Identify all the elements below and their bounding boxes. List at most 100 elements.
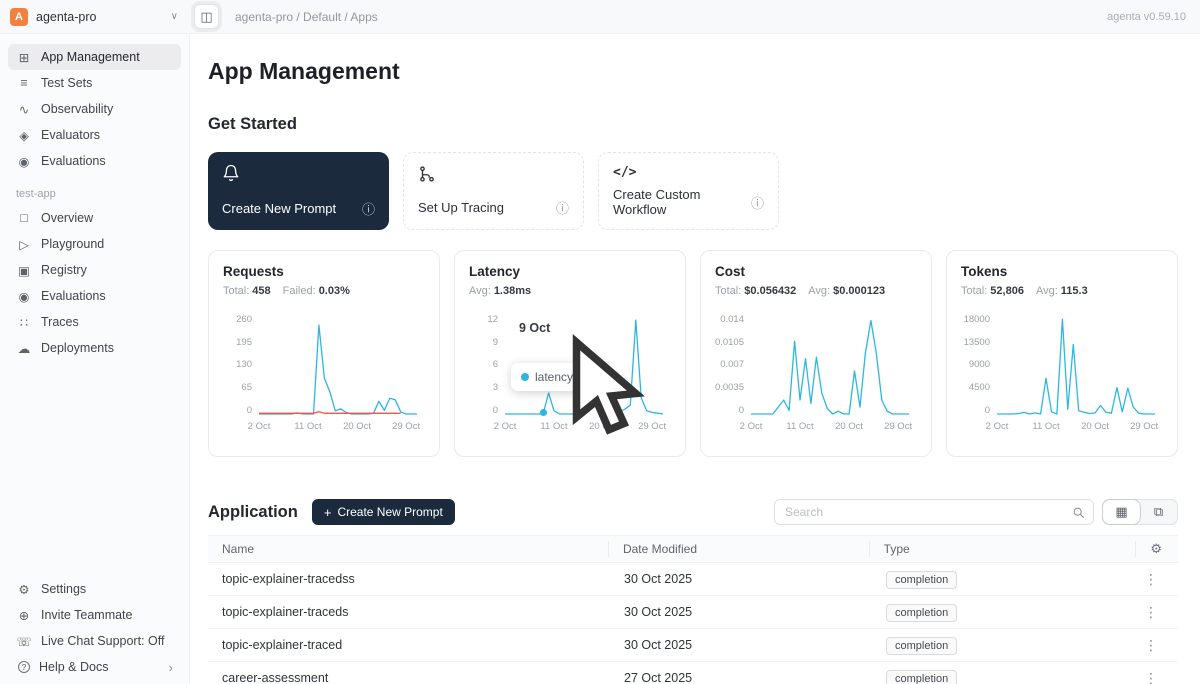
sidebar-item-app-management[interactable]: ⊞App Management — [8, 44, 181, 70]
column-header-type: Type — [869, 541, 1136, 557]
user-plus-icon: ⊕ — [16, 608, 32, 623]
info-icon[interactable]: ⓘ — [362, 199, 375, 218]
sidebar-item-playground[interactable]: ▷Playground — [8, 231, 181, 257]
sidebar-item-deployments[interactable]: ☁Deployments — [8, 335, 181, 361]
sidebar-item-test-sets[interactable]: ≡Test Sets — [8, 70, 181, 96]
sidebar-item-observability[interactable]: ∿Observability — [8, 96, 181, 122]
stat-card-cost: CostTotal:$0.056432Avg:$0.0001230.0140.0… — [700, 250, 932, 457]
gear-icon: ⚙ — [16, 582, 32, 597]
search-icon[interactable] — [1072, 506, 1085, 519]
page-title: App Management — [208, 58, 1178, 85]
sidebar-item-traces[interactable]: ∷Traces — [8, 309, 181, 335]
stat-item: Avg:$0.000123 — [808, 285, 885, 297]
sidebar-item-label: Test Sets — [41, 76, 92, 90]
target-icon: ◉ — [16, 154, 32, 169]
get-started-cards: Create New PromptⓘSet Up Tracingⓘ</>Crea… — [208, 152, 1178, 230]
application-header: Application + Create New Prompt ▦ ⧉ — [208, 499, 1178, 525]
x-tick-label: 20 Oct — [1081, 421, 1109, 432]
table-tools: ▦ ⧉ — [774, 499, 1178, 525]
sidebar-app-nav: □Overview▷Playground▣Registry◉Evaluation… — [8, 205, 181, 361]
stat-item: Avg:115.3 — [1036, 285, 1088, 297]
stat-item: Total:$0.056432 — [715, 285, 796, 297]
create-new-prompt-button[interactable]: + Create New Prompt — [312, 499, 455, 525]
search-input[interactable] — [783, 504, 1072, 520]
wave-icon: ∿ — [16, 102, 32, 117]
stat-card-latency: LatencyAvg:1.38ms1296309 Octlatency02 Oc… — [454, 250, 686, 457]
sidebar-toggle-button[interactable]: ◫ — [194, 4, 219, 29]
row-type: completion — [872, 638, 1140, 652]
sidebar-item-label: Overview — [41, 211, 93, 225]
get-started-card-create-custom-workflow[interactable]: </>Create Custom Workflowⓘ — [598, 152, 779, 230]
stat-card-stats: Total:458Failed:0.03% — [223, 285, 425, 297]
stat-card-title: Tokens — [961, 264, 1163, 279]
dots-icon: ∷ — [16, 315, 32, 330]
row-name: topic-explainer-tracedss — [208, 572, 610, 586]
sidebar-item-label: Settings — [41, 582, 86, 596]
plus-icon: + — [324, 505, 332, 520]
y-tick-label: 0.0035 — [715, 383, 744, 393]
stat-card-title: Cost — [715, 264, 917, 279]
table-row[interactable]: topic-explainer-traced30 Oct 2025complet… — [208, 629, 1178, 662]
sidebar-item-live-chat-support-off[interactable]: ☏Live Chat Support: Off — [8, 628, 181, 654]
breadcrumb[interactable]: agenta-pro / Default / Apps — [235, 10, 378, 24]
card-view-button[interactable]: ⧉ — [1140, 500, 1177, 524]
stat-item: Failed:0.03% — [283, 285, 350, 297]
sidebar-toggle-icon: ◫ — [200, 9, 212, 25]
info-icon[interactable]: ⓘ — [751, 193, 764, 212]
gear-icon[interactable]: ⚙ — [1150, 541, 1162, 557]
sidebar-item-label: Registry — [41, 263, 87, 277]
sidebar-item-label: Playground — [41, 237, 104, 251]
stat-card-chart: 18000135009000450002 Oct11 Oct20 Oct29 O… — [961, 315, 1163, 437]
y-tick-label: 4500 — [969, 383, 990, 393]
sidebar-item-settings[interactable]: ⚙ Settings — [8, 576, 181, 602]
x-tick-label: 29 Oct — [1130, 421, 1158, 432]
grid-icon: ⊞ — [16, 50, 32, 65]
row-name: topic-explainer-traceds — [208, 605, 610, 619]
sidebar-item-evaluators[interactable]: ◈Evaluators — [8, 122, 181, 148]
stat-value: 458 — [252, 285, 270, 297]
y-tick-label: 0 — [493, 406, 498, 416]
sidebar-item-overview[interactable]: □Overview — [8, 205, 181, 231]
info-icon[interactable]: ⓘ — [556, 198, 569, 217]
sidebar-item-invite-teammate[interactable]: ⊕Invite Teammate — [8, 602, 181, 628]
table-view-button[interactable]: ▦ — [1103, 500, 1140, 524]
y-tick-label: 3 — [493, 383, 498, 393]
type-badge: completion — [886, 571, 957, 589]
table-row[interactable]: topic-explainer-traceds30 Oct 2025comple… — [208, 596, 1178, 629]
row-menu-button[interactable]: ⋮ — [1140, 604, 1162, 621]
application-heading: Application — [208, 503, 298, 522]
type-badge: completion — [886, 604, 957, 622]
chart-x-axis: 2 Oct11 Oct20 Oct29 Oct — [997, 421, 1155, 435]
get-started-card-label: Create Custom Workflow — [613, 187, 751, 217]
sidebar-item-registry[interactable]: ▣Registry — [8, 257, 181, 283]
view-toggle: ▦ ⧉ — [1102, 499, 1178, 525]
get-started-card-set-up-tracing[interactable]: Set Up Tracingⓘ — [403, 152, 584, 230]
sidebar-app-section-label: test-app — [16, 188, 173, 200]
table-view-icon: ▦ — [1115, 504, 1127, 520]
row-menu-button[interactable]: ⋮ — [1140, 637, 1162, 654]
row-menu-button[interactable]: ⋮ — [1140, 571, 1162, 588]
sidebar-item-evaluations[interactable]: ◉ Evaluations — [8, 148, 181, 174]
x-tick-label: 11 Oct — [786, 421, 813, 432]
create-new-prompt-label: Create New Prompt — [337, 505, 442, 519]
row-menu-button[interactable]: ⋮ — [1140, 670, 1162, 684]
row-date: 30 Oct 2025 — [610, 638, 872, 652]
workspace-switcher[interactable]: A agenta-pro ∨ — [10, 8, 178, 26]
type-badge: completion — [886, 670, 957, 684]
row-date: 30 Oct 2025 — [610, 572, 872, 586]
table-row[interactable]: topic-explainer-tracedss30 Oct 2025 compl… — [208, 563, 1178, 596]
version-label: agenta v0.59.10 — [1107, 11, 1186, 23]
chart-y-axis: 129630 — [469, 315, 505, 415]
sidebar-item-label: Evaluations — [41, 154, 106, 168]
sidebar-item-label: Evaluators — [41, 128, 100, 142]
get-started-card-create-new-prompt[interactable]: Create New Promptⓘ — [208, 152, 389, 230]
y-tick-label: 130 — [236, 360, 252, 370]
sidebar-item-evaluations[interactable]: ◉Evaluations — [8, 283, 181, 309]
sidebar-item-help-docs[interactable]: ?Help & Docs› — [8, 654, 181, 680]
chart-y-axis: 1800013500900045000 — [961, 315, 997, 415]
table-row[interactable]: career-assessment27 Oct 2025completion⋮ — [208, 662, 1178, 684]
chart-x-axis: 2 Oct11 Oct20 Oct29 Oct — [259, 421, 417, 435]
stat-card-title: Requests — [223, 264, 425, 279]
cloud-icon: ☁ — [16, 341, 32, 356]
sidebar: ⊞App Management≡Test Sets∿Observability◈… — [0, 34, 190, 684]
